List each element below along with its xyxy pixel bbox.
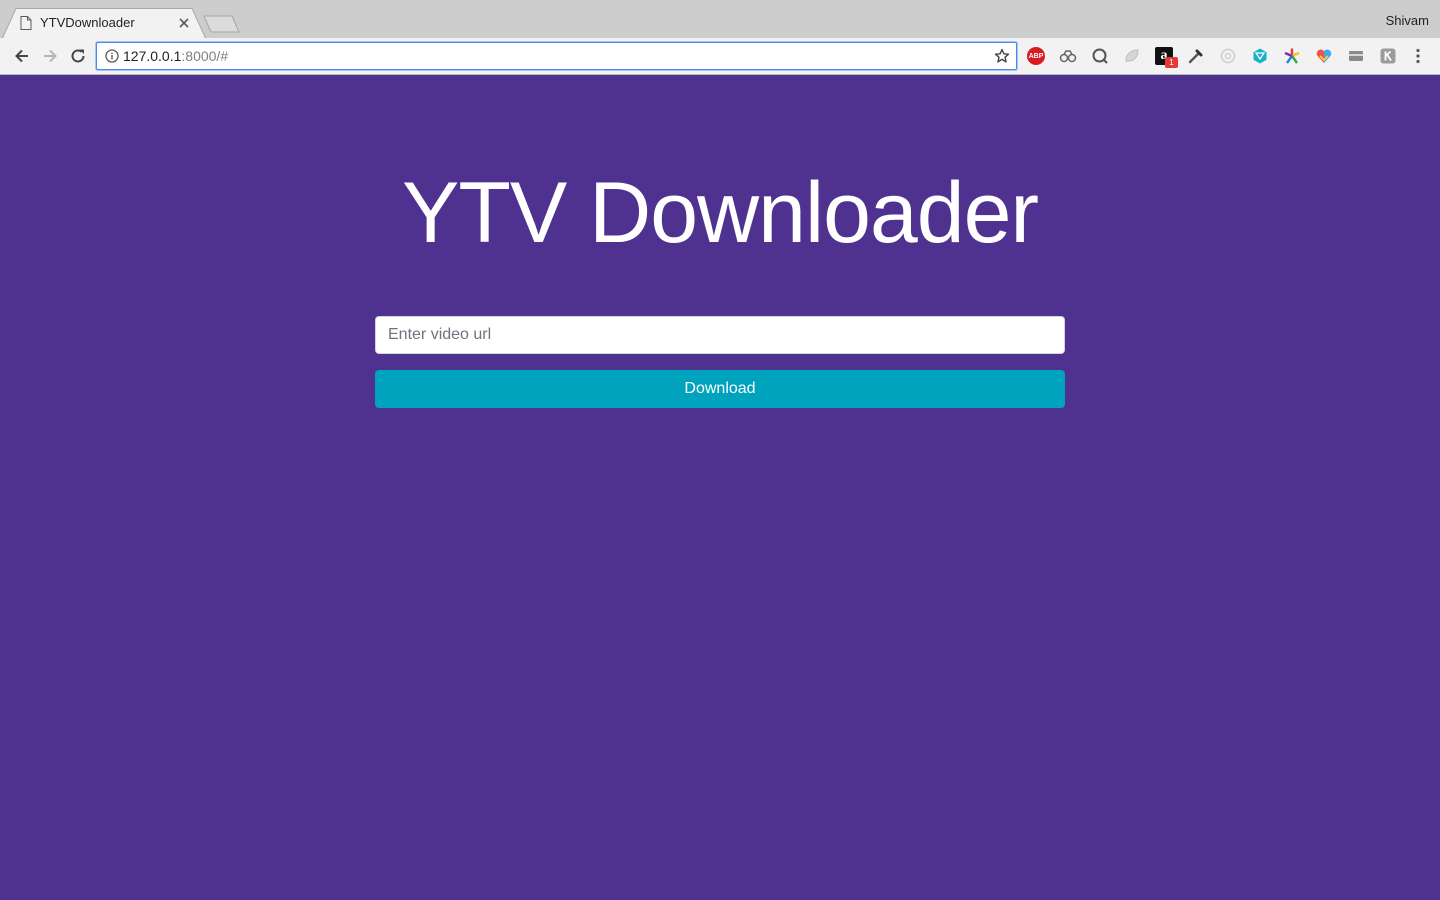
url-host: 127.0.0.1	[123, 48, 182, 64]
url-text[interactable]: 127.0.0.1:8000/#	[123, 48, 228, 65]
page-document-icon	[20, 16, 32, 30]
close-tab-icon[interactable]	[177, 16, 191, 30]
eyedropper-extension-icon[interactable]	[1187, 47, 1205, 65]
k-extension-icon[interactable]	[1379, 47, 1397, 65]
circle-extension-icon[interactable]	[1219, 47, 1237, 65]
tab-title: YTVDownloader	[40, 15, 135, 30]
profile-name[interactable]: Shivam	[1386, 13, 1429, 28]
forward-icon[interactable]	[40, 46, 60, 66]
card-extension-icon[interactable]	[1347, 47, 1365, 65]
pinwheel-extension-icon[interactable]	[1283, 47, 1301, 65]
leaf-extension-icon[interactable]	[1123, 47, 1141, 65]
search-extension-icon[interactable]	[1091, 47, 1109, 65]
browser-toolbar: 127.0.0.1:8000/# ABP a	[0, 38, 1440, 75]
video-url-input[interactable]	[375, 316, 1065, 354]
download-button[interactable]: Download	[375, 370, 1065, 408]
new-tab-button[interactable]	[203, 15, 241, 33]
page-title: YTV Downloader	[401, 165, 1039, 261]
adblock-plus-extension-icon[interactable]: ABP	[1027, 47, 1045, 65]
tab-strip: YTVDownloader Shivam	[0, 0, 1440, 39]
binoculars-extension-icon[interactable]	[1059, 47, 1077, 65]
heart-extension-icon[interactable]	[1315, 47, 1333, 65]
chrome-menu-icon[interactable]	[1409, 47, 1427, 65]
site-info-icon[interactable]	[105, 49, 119, 63]
reload-icon[interactable]	[68, 46, 88, 66]
bookmark-star-icon[interactable]	[994, 48, 1010, 64]
hexagon-extension-icon[interactable]	[1251, 47, 1269, 65]
browser-chrome: YTVDownloader Shivam 127.0.0.1:8000/# AB…	[0, 0, 1440, 75]
address-bar[interactable]: 127.0.0.1:8000/#	[96, 42, 1017, 70]
page-content: YTV Downloader Download	[0, 75, 1440, 900]
amazon-notification-badge: 1	[1165, 57, 1178, 68]
url-path: :8000/#	[181, 48, 229, 64]
back-icon[interactable]	[12, 46, 32, 66]
